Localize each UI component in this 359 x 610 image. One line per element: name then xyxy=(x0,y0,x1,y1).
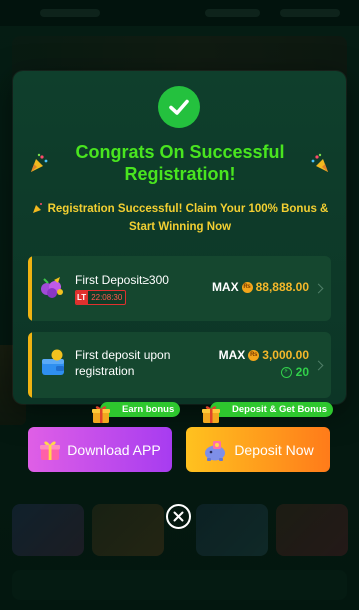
bonus-value: 20 xyxy=(295,365,309,379)
limited-time-label: LT xyxy=(76,291,89,304)
party-popper-icon xyxy=(311,153,328,172)
gift-icon xyxy=(40,441,61,460)
piggy-deposit-icon xyxy=(205,440,226,461)
max-value: 3,000.00 xyxy=(262,348,309,362)
offer-title: First Deposit≥300 xyxy=(75,273,169,287)
modal-title: Congrats On Successful Registration! xyxy=(75,142,285,184)
deposit-bonus-tag: Deposit & Get Bonus xyxy=(210,402,334,417)
deposit-now-button[interactable]: Deposit Now xyxy=(186,427,330,472)
offer-max-amount: MAX ₨ 3,000.00 xyxy=(219,348,309,362)
offer-bonus-amount: ⚡ 20 xyxy=(280,365,309,379)
chevron-right-icon xyxy=(313,283,324,294)
offer-max-amount: MAX ₨ 88,888.00 xyxy=(212,280,309,294)
fruit-slot-icon xyxy=(41,277,63,298)
close-button[interactable] xyxy=(166,504,191,529)
earn-bonus-tag: Earn bonus xyxy=(100,402,181,417)
modal-subtitle: Registration Successful! Claim Your 100%… xyxy=(26,200,334,236)
bonus-coin-icon: ⚡ xyxy=(280,366,292,378)
modal-subtitle-text: Registration Successful! Claim Your 100%… xyxy=(47,203,329,233)
max-label: MAX xyxy=(218,348,246,362)
deposit-now-label: Deposit Now xyxy=(234,441,314,458)
countdown-timer: 22:08:30 xyxy=(88,291,126,304)
offer-title: First deposit upon registration xyxy=(75,348,171,378)
wallet-icon xyxy=(42,349,64,375)
party-popper-icon xyxy=(32,203,42,213)
download-app-button[interactable]: Download APP xyxy=(28,427,172,472)
download-app-label: Download APP xyxy=(67,441,161,458)
check-circle-icon xyxy=(158,86,200,128)
gift-icon xyxy=(202,406,220,423)
offer-registration-deposit[interactable]: First deposit upon registration MAX ₨ 3,… xyxy=(28,332,331,398)
deposit-bonus-tag-label: Deposit & Get Bonus xyxy=(232,404,328,415)
rupee-coin-icon: ₨ xyxy=(241,281,253,293)
party-popper-icon xyxy=(31,153,48,172)
offer-first-deposit[interactable]: First Deposit≥300 LT 22:08:30 MAX ₨ 88,8… xyxy=(28,256,331,321)
rupee-coin-icon: ₨ xyxy=(248,349,260,361)
gift-icon xyxy=(92,406,110,423)
close-icon xyxy=(173,511,184,522)
max-label: MAX xyxy=(211,280,239,294)
earn-bonus-tag-label: Earn bonus xyxy=(122,404,175,415)
limited-time-badge: LT 22:08:30 xyxy=(75,290,127,305)
chevron-right-icon xyxy=(313,360,324,371)
max-value: 88,888.00 xyxy=(255,280,309,294)
